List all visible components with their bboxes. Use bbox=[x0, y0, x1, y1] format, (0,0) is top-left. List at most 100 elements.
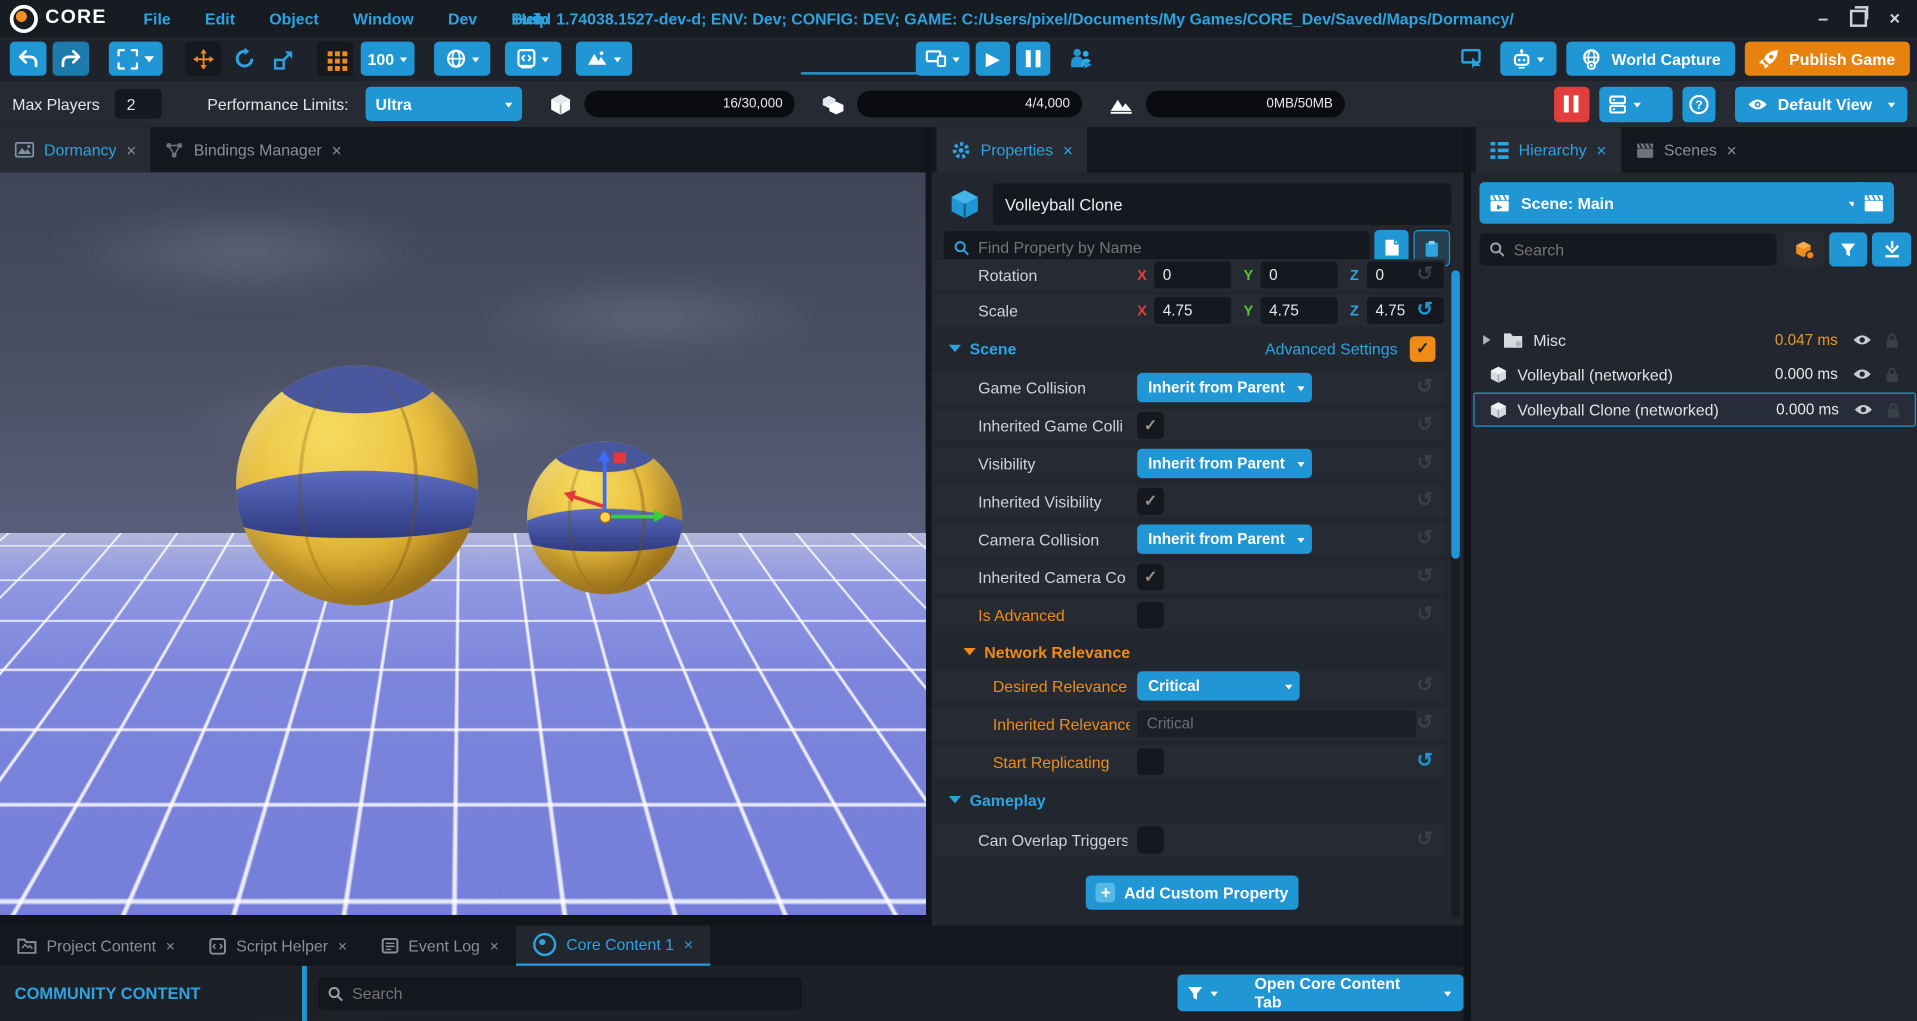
publish-game-button[interactable]: Publish Game bbox=[1745, 42, 1910, 76]
tab-event-log[interactable]: Event Log × bbox=[364, 926, 516, 966]
close-icon[interactable]: × bbox=[490, 937, 499, 955]
scene-selector-dropdown[interactable]: ▶ Scene: Main bbox=[1479, 182, 1865, 224]
reset-icon[interactable]: ↺ bbox=[1417, 676, 1433, 696]
rotate-tool-button[interactable] bbox=[226, 42, 263, 76]
desired-relevance-dropdown[interactable]: Critical bbox=[1137, 671, 1300, 700]
close-icon[interactable]: × bbox=[332, 140, 342, 160]
reset-icon[interactable]: ↺ bbox=[1417, 529, 1433, 549]
section-scene[interactable]: Scene Advanced Settings bbox=[932, 334, 1446, 363]
game-collision-dropdown[interactable]: Inherit from Parent bbox=[1137, 373, 1312, 402]
close-icon[interactable]: × bbox=[126, 140, 136, 160]
reset-icon[interactable]: ↺ bbox=[1417, 301, 1433, 321]
close-button[interactable]: × bbox=[1889, 9, 1900, 27]
object-name-field[interactable] bbox=[993, 183, 1452, 225]
move-tool-button[interactable] bbox=[185, 42, 222, 76]
reset-icon[interactable]: ↺ bbox=[1417, 378, 1433, 398]
scale-tool-button[interactable] bbox=[265, 42, 302, 76]
tab-properties[interactable]: Properties × bbox=[937, 127, 1088, 172]
inherited-camera-collision-checkbox[interactable] bbox=[1137, 564, 1164, 591]
filter-button[interactable] bbox=[1829, 232, 1867, 266]
close-icon[interactable]: × bbox=[684, 935, 693, 953]
reset-icon[interactable]: ↺ bbox=[1417, 752, 1433, 772]
reset-icon[interactable]: ↺ bbox=[1417, 265, 1433, 285]
undo-button[interactable] bbox=[10, 42, 47, 76]
default-view-dropdown[interactable]: Default View bbox=[1735, 86, 1907, 121]
menu-file[interactable]: File bbox=[143, 9, 170, 27]
menu-window[interactable]: Window bbox=[353, 9, 414, 27]
menu-dev[interactable]: Dev bbox=[448, 9, 477, 27]
play-button[interactable]: ▶ bbox=[976, 42, 1010, 76]
tab-script-helper[interactable]: Script Helper × bbox=[192, 926, 364, 966]
restore-button[interactable] bbox=[1850, 10, 1867, 27]
lock-icon[interactable] bbox=[1887, 402, 1900, 418]
hierarchy-row-volleyball[interactable]: Volleyball (networked) 0.000 ms bbox=[1473, 358, 1913, 390]
gizmo-y-axis[interactable] bbox=[604, 515, 660, 519]
eye-icon[interactable] bbox=[1852, 334, 1872, 346]
rotation-x-field[interactable]: 0 bbox=[1154, 262, 1231, 289]
scenes-panel-button[interactable] bbox=[1854, 182, 1894, 224]
scrollbar-thumb[interactable] bbox=[1451, 270, 1460, 559]
add-custom-property-button[interactable]: + Add Custom Property bbox=[1086, 875, 1299, 909]
screen-share-button[interactable] bbox=[1454, 42, 1491, 76]
properties-scrollbar[interactable] bbox=[1451, 270, 1460, 918]
gizmo-z-axis[interactable] bbox=[603, 455, 607, 516]
menu-object[interactable]: Object bbox=[269, 9, 318, 27]
reset-icon[interactable]: ↺ bbox=[1417, 830, 1433, 850]
redo-button[interactable] bbox=[53, 42, 90, 76]
community-search-input[interactable] bbox=[318, 977, 802, 1010]
open-core-content-tab-button[interactable]: Open Core Content Tab bbox=[1242, 974, 1463, 1011]
grid-snap-button[interactable] bbox=[317, 42, 354, 76]
reset-icon[interactable]: ↺ bbox=[1417, 567, 1433, 587]
help-button[interactable]: ? bbox=[1682, 86, 1715, 121]
close-icon[interactable]: × bbox=[1596, 140, 1606, 160]
preview-mode-dropdown[interactable] bbox=[916, 42, 970, 76]
hierarchy-row-volleyball-clone[interactable]: Volleyball Clone (networked) 0.000 ms bbox=[1473, 392, 1916, 426]
performance-limits-dropdown[interactable]: Ultra bbox=[366, 87, 523, 121]
eye-icon[interactable] bbox=[1854, 403, 1874, 415]
server-dropdown[interactable] bbox=[1599, 86, 1672, 121]
hierarchy-row-misc[interactable]: Misc 0.047 ms bbox=[1473, 324, 1913, 356]
world-settings-dropdown[interactable] bbox=[434, 42, 490, 76]
can-overlap-triggers-checkbox[interactable] bbox=[1137, 827, 1164, 854]
bot-dropdown[interactable] bbox=[1500, 42, 1556, 76]
reset-icon[interactable]: ↺ bbox=[1417, 454, 1433, 474]
advanced-settings-link[interactable]: Advanced Settings bbox=[1265, 339, 1398, 357]
tab-bindings-manager[interactable]: Bindings Manager × bbox=[151, 127, 356, 172]
expand-arrow-icon[interactable] bbox=[1483, 335, 1495, 345]
start-replicating-checkbox[interactable] bbox=[1137, 748, 1164, 775]
multiplayer-preview-button[interactable] bbox=[1063, 42, 1100, 76]
inherited-game-collision-checkbox[interactable] bbox=[1137, 412, 1164, 439]
tab-project-content[interactable]: Project Content × bbox=[0, 926, 192, 966]
reset-icon[interactable]: ↺ bbox=[1417, 492, 1433, 512]
visibility-dropdown[interactable]: Inherit from Parent bbox=[1137, 449, 1312, 478]
terrain-dropdown[interactable] bbox=[576, 42, 632, 76]
pause-simulation-button[interactable] bbox=[1554, 86, 1589, 121]
close-icon[interactable]: × bbox=[1063, 140, 1073, 160]
scale-x-field[interactable]: 4.75 bbox=[1154, 297, 1231, 324]
gizmo-plane-handle[interactable] bbox=[614, 452, 626, 463]
script-dropdown[interactable] bbox=[505, 42, 561, 76]
tab-core-content-1[interactable]: Core Content 1 × bbox=[516, 926, 710, 966]
tab-scenes[interactable]: Scenes × bbox=[1621, 127, 1751, 172]
volleyball-object[interactable] bbox=[236, 366, 478, 606]
gizmo-center[interactable] bbox=[599, 511, 611, 523]
max-players-field[interactable]: 2 bbox=[114, 89, 160, 118]
reset-icon[interactable]: ↺ bbox=[1417, 605, 1433, 625]
minimize-button[interactable]: – bbox=[1818, 9, 1828, 27]
rotation-y-field[interactable]: 0 bbox=[1261, 262, 1338, 289]
3d-viewport[interactable] bbox=[0, 172, 926, 914]
pause-button[interactable] bbox=[1016, 42, 1050, 76]
world-capture-button[interactable]: World Capture bbox=[1566, 42, 1735, 76]
section-network-relevance[interactable]: Network Relevance bbox=[932, 638, 1446, 665]
eye-icon[interactable] bbox=[1852, 368, 1872, 380]
inherited-visibility-checkbox[interactable] bbox=[1137, 488, 1164, 515]
scale-y-field[interactable]: 4.75 bbox=[1261, 297, 1338, 324]
lock-icon[interactable] bbox=[1885, 332, 1898, 348]
close-icon[interactable]: × bbox=[166, 937, 175, 955]
close-icon[interactable]: × bbox=[338, 937, 347, 955]
is-advanced-checkbox[interactable] bbox=[1137, 602, 1164, 629]
reset-icon[interactable]: ↺ bbox=[1417, 416, 1433, 436]
selection-mode-dropdown[interactable] bbox=[109, 42, 163, 76]
hierarchy-search-input[interactable] bbox=[1479, 234, 1776, 266]
advanced-settings-checkbox[interactable] bbox=[1410, 336, 1436, 362]
